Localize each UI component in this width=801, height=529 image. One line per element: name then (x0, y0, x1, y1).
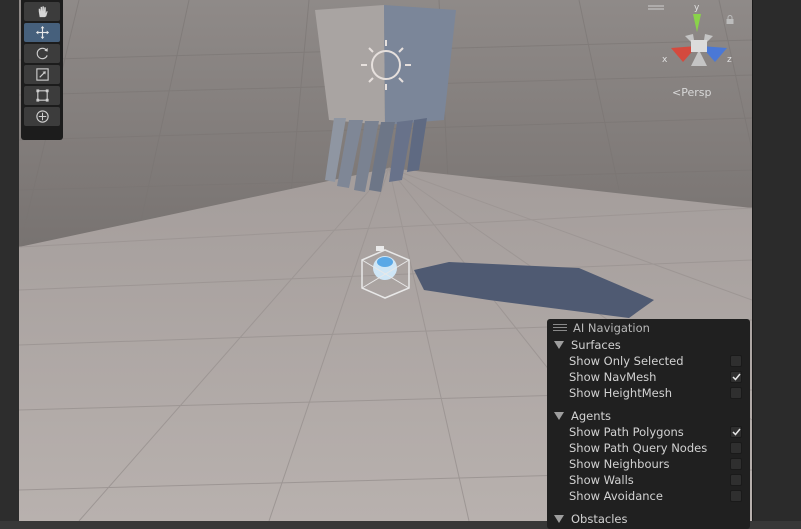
agents-label: Agents (571, 409, 612, 423)
tools-overlay (21, 0, 63, 140)
toggle-show-heightmesh[interactable]: Show HeightMesh (547, 385, 750, 401)
toggle-label: Show Neighbours (569, 457, 670, 471)
checkbox-show-only-selected[interactable] (730, 355, 742, 367)
gizmo-x-label: x (662, 55, 668, 65)
toggle-show-walls[interactable]: Show Walls (547, 472, 750, 488)
toggle-show-path-query-nodes[interactable]: Show Path Query Nodes (547, 440, 750, 456)
checkmark-icon (731, 373, 741, 381)
gizmo-z-label: z (727, 55, 732, 65)
rotate-icon (36, 47, 48, 60)
checkbox-show-path-query-nodes[interactable] (730, 442, 742, 454)
toggle-show-path-polygons[interactable]: Show Path Polygons (547, 424, 750, 440)
checkbox-show-heightmesh[interactable] (730, 387, 742, 399)
foldout-open-icon (554, 412, 564, 420)
checkbox-show-walls[interactable] (730, 474, 742, 486)
right-panel-edge (752, 0, 801, 521)
toggle-label: Show Only Selected (569, 354, 684, 368)
checkbox-show-avoidance[interactable] (730, 490, 742, 502)
toggle-label: Show Avoidance (569, 489, 663, 503)
left-panel-edge (0, 0, 19, 521)
chevron-left-icon: < (672, 86, 682, 99)
checkbox-show-path-polygons[interactable] (730, 426, 742, 438)
projection-label: Persp (681, 86, 712, 99)
toggle-show-only-selected[interactable]: Show Only Selected (547, 353, 750, 369)
overlay-header[interactable]: AI Navigation (547, 319, 750, 336)
checkmark-icon (731, 428, 741, 436)
toggle-label: Show Path Query Nodes (569, 441, 708, 455)
gizmo-y-label: y (694, 3, 700, 13)
transform-icon (35, 110, 49, 123)
toggle-show-avoidance[interactable]: Show Avoidance (547, 488, 750, 504)
rect-icon (35, 89, 49, 102)
foldout-open-icon (554, 341, 564, 349)
projection-toggle[interactable]: <Persp (672, 86, 711, 99)
obstacles-foldout[interactable]: Obstacles (547, 511, 750, 527)
obstacles-label: Obstacles (571, 512, 628, 526)
surfaces-foldout[interactable]: Surfaces (547, 337, 750, 353)
move-icon (35, 25, 49, 40)
toggle-label: Show NavMesh (569, 370, 657, 384)
move-tool[interactable] (24, 23, 60, 42)
surfaces-label: Surfaces (571, 338, 621, 352)
hand-tool[interactable] (24, 2, 60, 21)
checkbox-show-navmesh[interactable] (730, 371, 742, 383)
toggle-show-navmesh[interactable]: Show NavMesh (547, 369, 750, 385)
drag-handle-icon[interactable] (553, 324, 567, 331)
rect-tool[interactable] (24, 86, 60, 105)
hand-icon (38, 6, 48, 18)
ai-navigation-overlay: AI Navigation Surfaces Show Only Selecte… (547, 319, 750, 529)
toggle-label: Show Path Polygons (569, 425, 684, 439)
toggle-show-neighbours[interactable]: Show Neighbours (547, 456, 750, 472)
scale-tool[interactable] (24, 65, 60, 84)
rotate-tool[interactable] (24, 44, 60, 63)
toggle-label: Show Walls (569, 473, 634, 487)
scale-icon (35, 68, 49, 81)
transform-tool[interactable] (24, 107, 60, 126)
agents-foldout[interactable]: Agents (547, 408, 750, 424)
checkbox-show-neighbours[interactable] (730, 458, 742, 470)
overlay-title: AI Navigation (573, 320, 650, 335)
foldout-open-icon (554, 515, 564, 523)
toggle-label: Show HeightMesh (569, 386, 672, 400)
